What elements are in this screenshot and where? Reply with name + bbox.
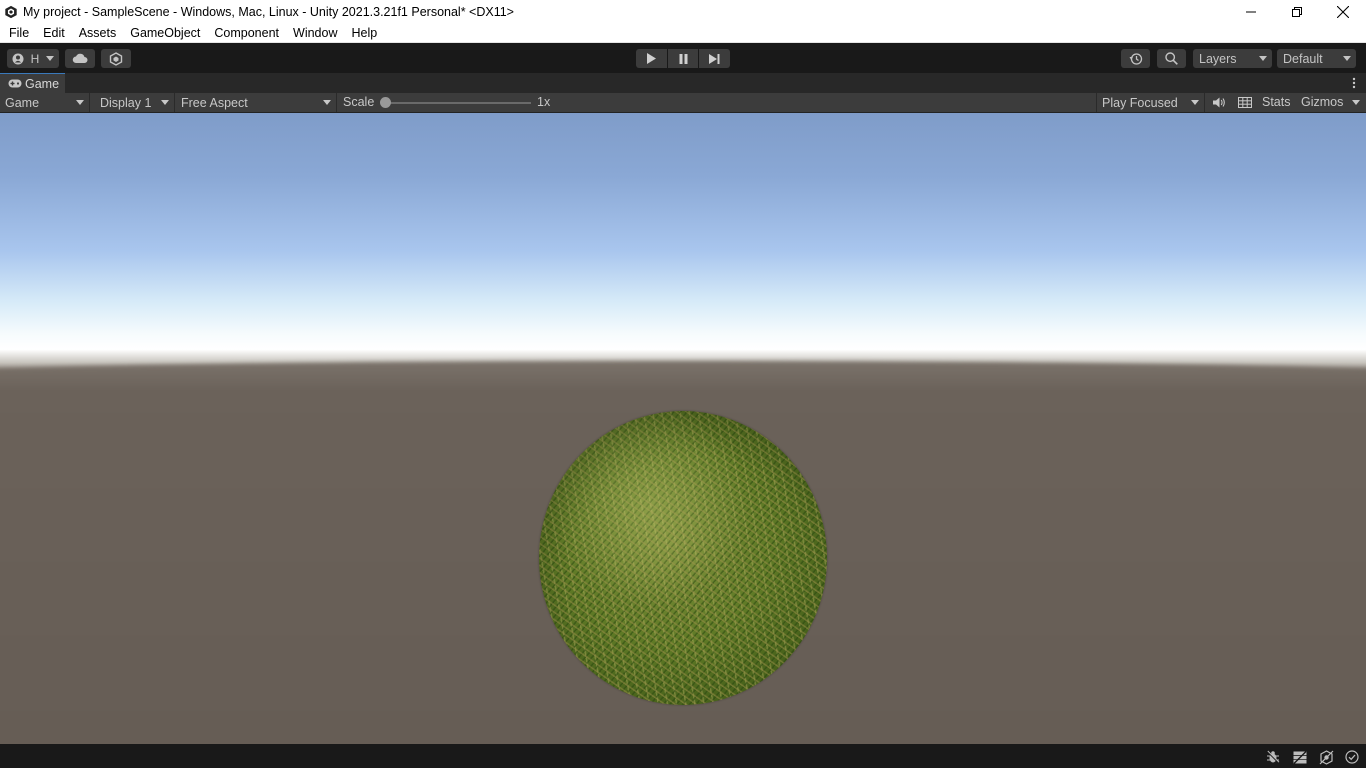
search-icon bbox=[1165, 52, 1178, 65]
view-mode-dropdown[interactable]: Game bbox=[0, 93, 90, 112]
window-controls bbox=[1228, 0, 1366, 23]
layers-dropdown[interactable]: Layers bbox=[1193, 49, 1272, 68]
tab-game[interactable]: Game bbox=[0, 73, 66, 93]
play-button[interactable] bbox=[636, 49, 667, 68]
account-dropdown[interactable]: H bbox=[7, 49, 59, 68]
chevron-down-icon bbox=[161, 100, 169, 105]
grid-icon bbox=[1238, 97, 1252, 108]
game-view-toolbar: Game Display 1 Free Aspect Scale 1x Play… bbox=[0, 93, 1366, 113]
restore-icon bbox=[1292, 6, 1302, 17]
title-bar: My project - SampleScene - Windows, Mac,… bbox=[0, 0, 1366, 23]
menu-gameobject[interactable]: GameObject bbox=[123, 23, 207, 43]
scale-slider-track[interactable] bbox=[385, 102, 531, 104]
account-initial: H bbox=[30, 51, 40, 66]
bug-icon bbox=[1266, 750, 1280, 764]
layers-label: Layers bbox=[1199, 51, 1237, 66]
menu-assets[interactable]: Assets bbox=[72, 23, 124, 43]
mute-audio-button[interactable] bbox=[1207, 93, 1231, 112]
cache-server-button[interactable] bbox=[1292, 750, 1308, 764]
display-label: Display 1 bbox=[100, 95, 152, 110]
auto-generate-lighting-button[interactable] bbox=[1318, 749, 1334, 765]
scale-slider-thumb[interactable] bbox=[380, 97, 391, 108]
collab-icon bbox=[109, 51, 123, 66]
view-mode-label: Game bbox=[5, 95, 40, 110]
game-viewport[interactable] bbox=[0, 113, 1366, 744]
layout-label: Default bbox=[1283, 51, 1323, 66]
chevron-down-icon[interactable] bbox=[1352, 100, 1360, 105]
collab-button[interactable] bbox=[101, 49, 131, 68]
play-icon bbox=[647, 53, 657, 64]
chevron-down-icon bbox=[323, 100, 331, 105]
grass-sphere bbox=[539, 411, 827, 705]
gamepad-icon bbox=[8, 79, 22, 88]
unity-logo-icon bbox=[5, 5, 17, 18]
close-button[interactable] bbox=[1320, 0, 1366, 23]
aspect-label: Free Aspect bbox=[181, 95, 248, 110]
main-toolbar: H Layers Default bbox=[0, 43, 1366, 73]
chevron-down-icon bbox=[1191, 100, 1199, 105]
progress-status-button[interactable] bbox=[1344, 750, 1360, 764]
stats-button[interactable]: Stats bbox=[1262, 95, 1291, 109]
menu-window[interactable]: Window bbox=[286, 23, 344, 43]
minimize-button[interactable] bbox=[1228, 0, 1274, 23]
history-icon bbox=[1129, 52, 1142, 65]
step-button[interactable] bbox=[699, 49, 731, 68]
scale-label: Scale bbox=[343, 95, 375, 109]
progress-check-icon bbox=[1345, 750, 1359, 764]
menu-bar: File Edit Assets GameObject Component Wi… bbox=[0, 23, 1366, 43]
chevron-down-icon bbox=[45, 56, 54, 61]
bug-report-button[interactable] bbox=[1265, 750, 1281, 764]
menu-file[interactable]: File bbox=[2, 23, 36, 43]
chevron-down-icon bbox=[76, 100, 84, 105]
auto-generate-lighting-icon bbox=[1319, 749, 1333, 765]
minimize-icon bbox=[1246, 11, 1256, 12]
cache-server-icon bbox=[1293, 750, 1307, 764]
menu-help[interactable]: Help bbox=[344, 23, 384, 43]
menu-component[interactable]: Component bbox=[207, 23, 286, 43]
gizmos-button[interactable]: Gizmos bbox=[1301, 95, 1343, 109]
play-mode-label: Play Focused bbox=[1102, 95, 1178, 110]
pause-icon bbox=[679, 53, 687, 64]
undo-history-button[interactable] bbox=[1121, 49, 1150, 68]
layout-dropdown[interactable]: Default bbox=[1277, 49, 1356, 68]
search-button[interactable] bbox=[1157, 49, 1186, 68]
playback-controls bbox=[636, 49, 731, 68]
window-title: My project - SampleScene - Windows, Mac,… bbox=[23, 4, 514, 19]
status-bar bbox=[0, 744, 1366, 768]
cloud-icon bbox=[72, 53, 88, 63]
menu-edit[interactable]: Edit bbox=[36, 23, 72, 43]
aspect-dropdown[interactable]: Free Aspect bbox=[176, 93, 337, 112]
pause-button[interactable] bbox=[667, 49, 699, 68]
cloud-button[interactable] bbox=[65, 49, 95, 68]
restore-button[interactable] bbox=[1274, 0, 1320, 23]
account-icon bbox=[12, 53, 24, 64]
chevron-down-icon bbox=[1343, 56, 1351, 61]
tab-game-label: Game bbox=[25, 76, 60, 91]
tab-bar: Game bbox=[0, 73, 1366, 93]
display-dropdown[interactable]: Display 1 bbox=[95, 93, 175, 112]
close-icon bbox=[1337, 5, 1349, 18]
step-icon bbox=[709, 53, 720, 64]
toggle-grid-button[interactable] bbox=[1233, 93, 1257, 112]
play-mode-dropdown[interactable]: Play Focused bbox=[1096, 93, 1205, 112]
scale-value: 1x bbox=[537, 95, 551, 109]
speaker-icon bbox=[1212, 97, 1225, 108]
chevron-down-icon bbox=[1259, 56, 1267, 61]
kebab-menu-icon[interactable] bbox=[1352, 77, 1356, 89]
